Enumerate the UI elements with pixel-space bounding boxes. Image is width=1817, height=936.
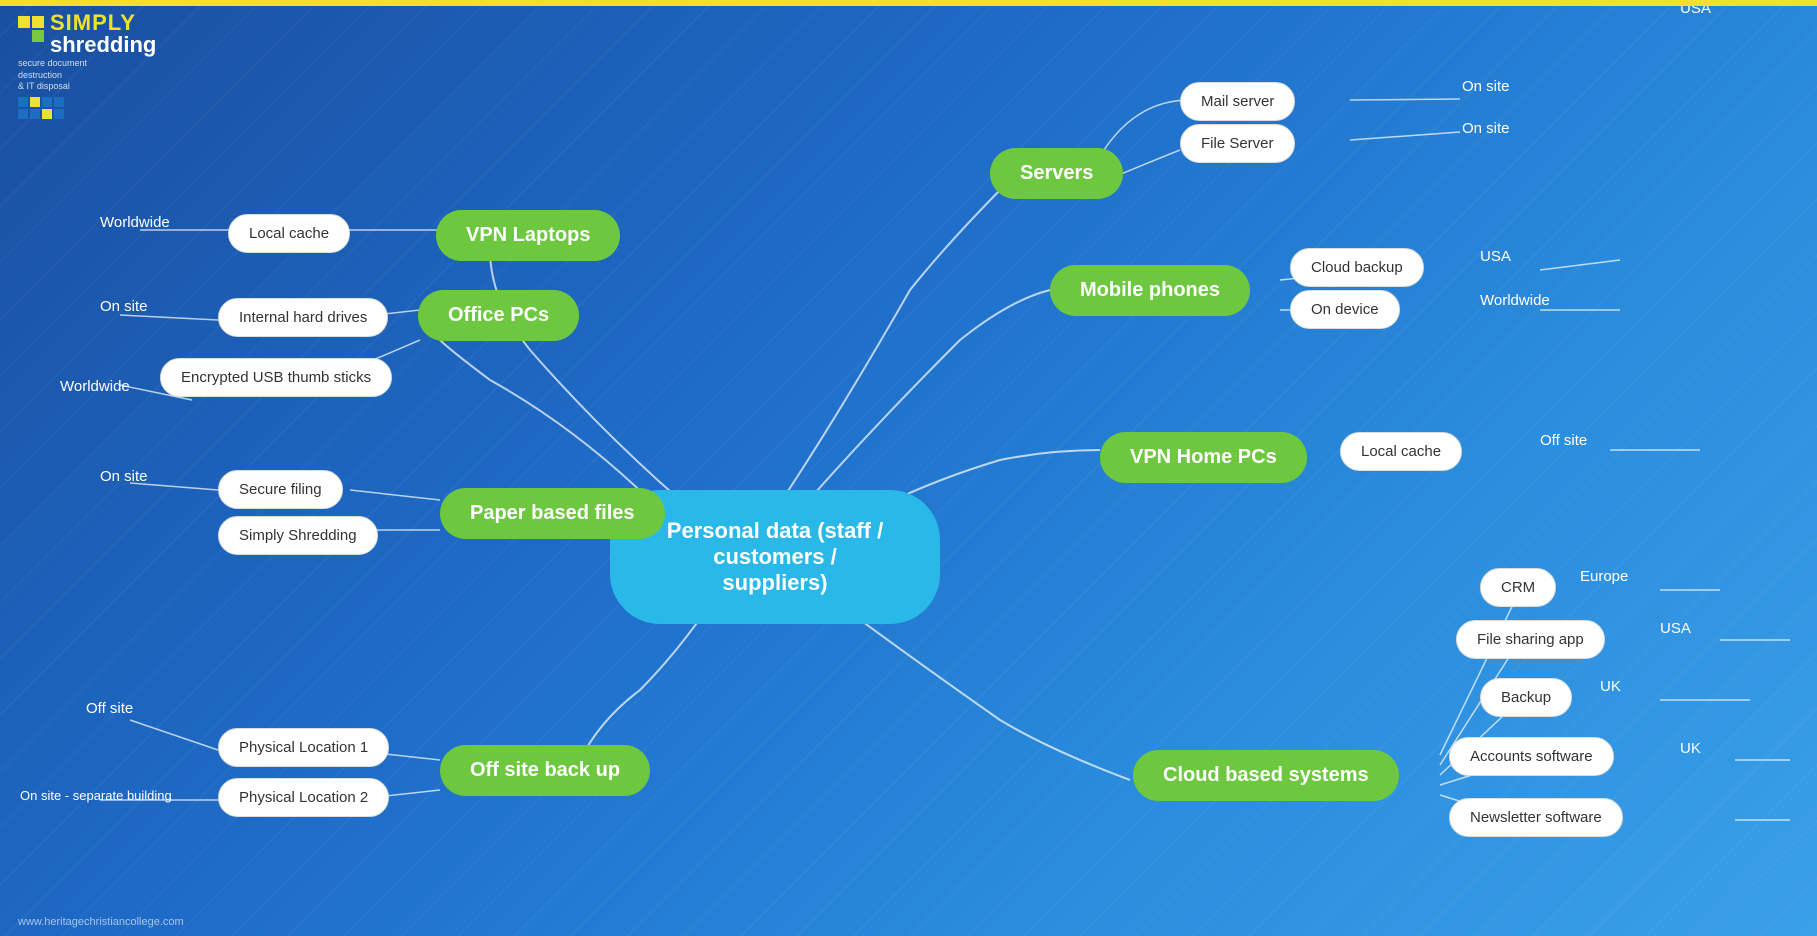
logo: SIMPLY shredding secure document destruc… xyxy=(18,12,156,119)
mail-server-node: Mail server xyxy=(1180,82,1295,121)
cloud-backup-node: Cloud backup xyxy=(1290,248,1424,287)
off-site-home-label: Off site xyxy=(1540,432,1587,449)
backup-node: Backup xyxy=(1480,678,1572,717)
footer-url: www.heritagechristiancollege.com xyxy=(18,916,184,928)
mobile-phones-node: Mobile phones xyxy=(1050,265,1250,316)
local-cache-vpn-node: Local cache xyxy=(228,214,350,253)
newsletter-node: Newsletter software xyxy=(1449,798,1623,837)
file-sharing-node: File sharing app xyxy=(1456,620,1605,659)
on-site-mail-label: On site xyxy=(1462,78,1510,95)
logo-shredding: shredding xyxy=(50,34,156,56)
worldwide-vpn-label: Worldwide xyxy=(100,214,170,231)
logo-sub: secure document destruction & IT disposa… xyxy=(18,58,156,93)
on-site-filing-label: On site xyxy=(100,468,148,485)
onsite-sep-label: On site - separate building xyxy=(20,788,172,803)
vpn-laptops-node: VPN Laptops xyxy=(436,210,620,261)
internal-hd-node: Internal hard drives xyxy=(218,298,388,337)
on-site-hd-label: On site xyxy=(100,298,148,315)
on-site-file-label: On site xyxy=(1462,120,1510,137)
uk-accounts-label: UK xyxy=(1680,740,1701,757)
europe-label: Europe xyxy=(1580,568,1628,585)
servers-node: Servers xyxy=(990,148,1123,199)
uk-backup-label: UK xyxy=(1600,678,1621,695)
paper-files-node: Paper based files xyxy=(440,488,665,539)
office-pcs-node: Office PCs xyxy=(418,290,579,341)
usa-cloud-label: USA xyxy=(1480,248,1511,265)
offsite-phys-label: Off site xyxy=(86,700,133,717)
worldwide-device-label: Worldwide xyxy=(1480,292,1550,309)
file-server-node: File Server xyxy=(1180,124,1295,163)
top-border xyxy=(0,0,1817,6)
phys-loc2-node: Physical Location 2 xyxy=(218,778,389,817)
encrypted-usb-node: Encrypted USB thumb sticks xyxy=(160,358,392,397)
accounts-node: Accounts software xyxy=(1449,737,1614,776)
cloud-systems-node: Cloud based systems xyxy=(1133,750,1399,801)
logo-simply: SIMPLY xyxy=(50,12,156,34)
worldwide-usb-label: Worldwide xyxy=(60,378,130,395)
crm-node: CRM xyxy=(1480,568,1556,607)
on-device-node: On device xyxy=(1290,290,1400,329)
local-cache-home-node: Local cache xyxy=(1340,432,1462,471)
phys-loc1-node: Physical Location 1 xyxy=(218,728,389,767)
secure-filing-node: Secure filing xyxy=(218,470,343,509)
offsite-backup-node: Off site back up xyxy=(440,745,650,796)
usa-fs-label: USA xyxy=(1660,620,1691,637)
simply-shredding-node: Simply Shredding xyxy=(218,516,378,555)
vpn-home-node: VPN Home PCs xyxy=(1100,432,1307,483)
